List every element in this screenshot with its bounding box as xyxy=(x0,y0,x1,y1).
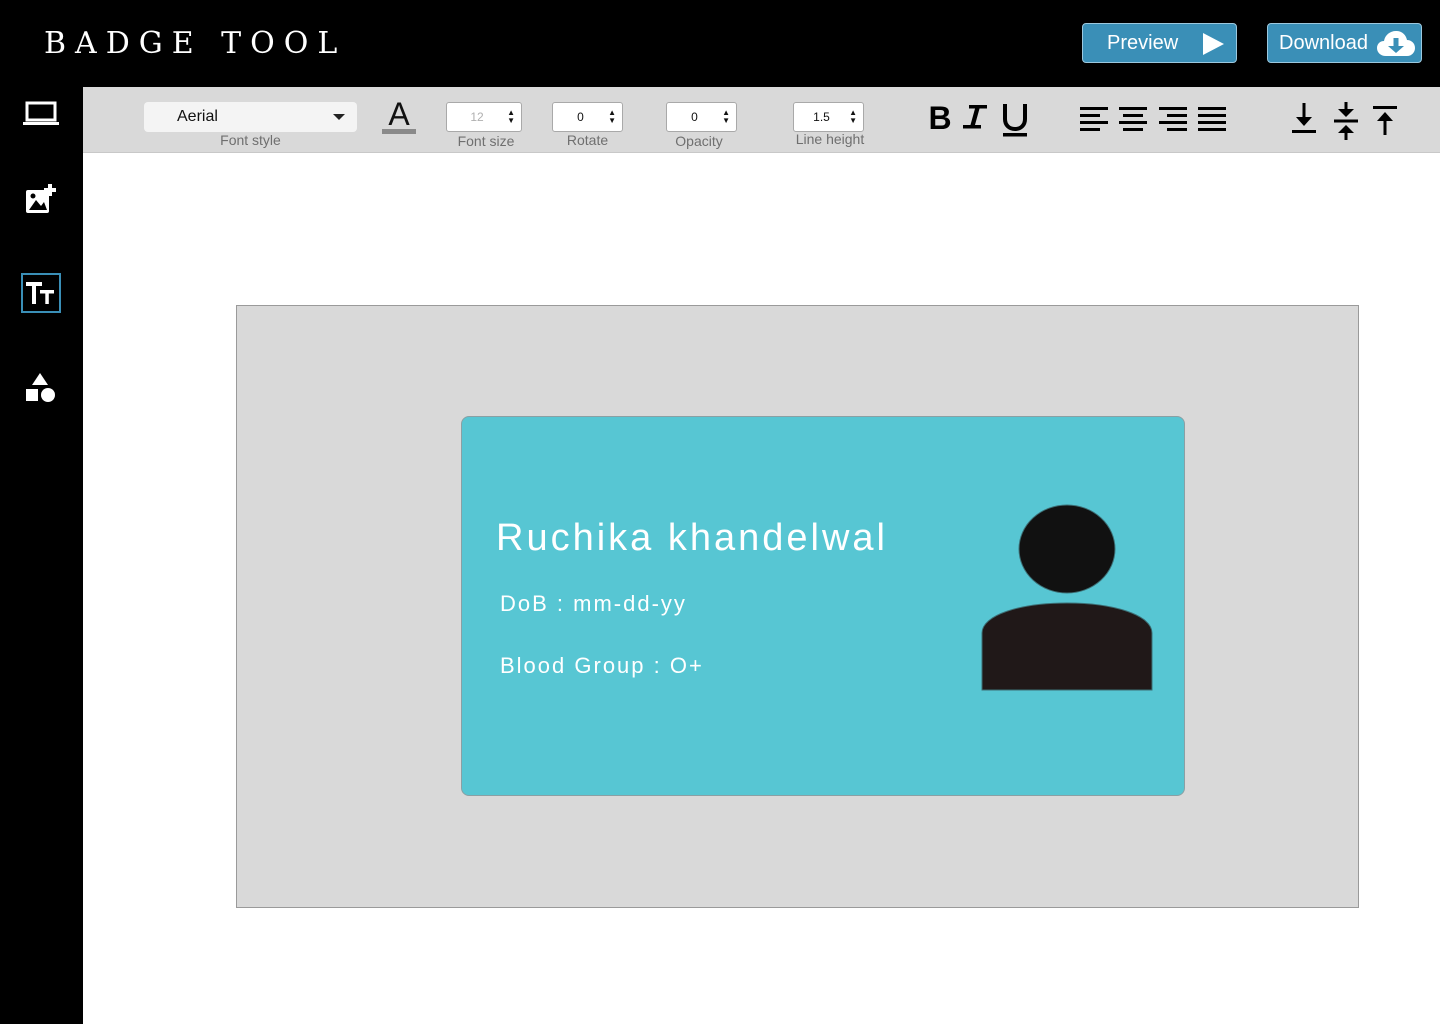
sidebar-item-text[interactable] xyxy=(21,273,61,313)
opacity-label: Opacity xyxy=(675,133,723,149)
badge-name-text[interactable]: Ruchika khandelwal xyxy=(496,517,888,560)
font-color-glyph: A xyxy=(388,99,410,132)
add-image-icon xyxy=(26,184,56,213)
font-style-value: Aerial xyxy=(177,108,218,125)
design-canvas[interactable]: Ruchika khandelwal DoB : mm-dd-yy Blood … xyxy=(236,305,1359,908)
underline-button[interactable] xyxy=(999,101,1031,139)
valign-middle-icon xyxy=(1334,102,1358,140)
download-button[interactable]: Download xyxy=(1267,23,1422,63)
align-left-icon xyxy=(1080,107,1108,131)
valign-top-button[interactable] xyxy=(1371,101,1399,139)
align-right-button[interactable] xyxy=(1158,103,1188,135)
stepper-arrows-icon: ▲ ▼ xyxy=(608,108,616,125)
person-silhouette-icon[interactable] xyxy=(980,503,1155,693)
stepper-arrows-icon: ▲ ▼ xyxy=(849,108,857,125)
sidebar xyxy=(0,87,83,1024)
format-toolbar: Aerial Font style A 12 ▲ ▼ Font size 0 ▲ ▼… xyxy=(83,87,1440,153)
preview-button[interactable]: Preview xyxy=(1082,23,1237,63)
align-justify-icon xyxy=(1198,107,1226,131)
badge-dob-text[interactable]: DoB : mm-dd-yy xyxy=(500,591,687,617)
valign-bottom-icon xyxy=(1292,103,1316,133)
italic-icon xyxy=(963,105,987,129)
align-center-button[interactable] xyxy=(1118,103,1148,135)
line-height-label: Line height xyxy=(795,131,865,147)
font-color-picker[interactable]: A xyxy=(381,99,417,137)
stepper-arrows-icon: ▲ ▼ xyxy=(722,108,730,125)
align-justify-button[interactable] xyxy=(1197,103,1227,135)
sidebar-item-shapes[interactable] xyxy=(20,367,62,409)
bold-button[interactable]: B xyxy=(925,101,955,135)
valign-top-icon xyxy=(1373,106,1397,135)
play-icon xyxy=(1203,33,1224,55)
valign-bottom-button[interactable] xyxy=(1290,101,1318,137)
font-size-label: Font size xyxy=(457,133,515,149)
svg-text:B: B xyxy=(928,101,951,135)
badge-blood-group-text[interactable]: Blood Group : O+ xyxy=(500,653,704,679)
align-center-icon xyxy=(1119,107,1147,131)
chevron-down-icon xyxy=(333,114,345,120)
font-size-stepper[interactable]: 12 ▲ ▼ xyxy=(446,102,522,132)
font-style-select[interactable]: Aerial xyxy=(144,102,357,132)
align-left-button[interactable] xyxy=(1079,103,1109,135)
font-color-icon: A xyxy=(382,99,416,134)
valign-middle-button[interactable] xyxy=(1332,101,1360,141)
rotate-label: Rotate xyxy=(566,132,609,148)
preview-button-label: Preview xyxy=(1107,31,1179,54)
cloud-download-icon xyxy=(1377,31,1415,56)
sidebar-item-add-image[interactable] xyxy=(20,179,62,221)
app-logo: BADGE TOOL xyxy=(44,26,347,61)
laptop-icon xyxy=(23,101,59,125)
opacity-stepper[interactable]: 0 ▲ ▼ xyxy=(666,102,737,132)
line-height-stepper[interactable]: 1.5 ▲ ▼ xyxy=(793,102,864,132)
badge-card[interactable]: Ruchika khandelwal DoB : mm-dd-yy Blood … xyxy=(461,416,1185,796)
top-bar: BADGE TOOL Preview Download xyxy=(0,0,1440,87)
text-size-icon xyxy=(26,282,54,304)
underline-icon xyxy=(1003,104,1027,137)
bold-icon: B xyxy=(928,101,951,135)
download-button-label: Download xyxy=(1279,31,1368,54)
stepper-arrows-icon: ▲ ▼ xyxy=(507,108,515,125)
rotate-stepper[interactable]: 0 ▲ ▼ xyxy=(552,102,623,132)
italic-button[interactable] xyxy=(961,101,991,135)
align-right-icon xyxy=(1159,107,1187,131)
sidebar-item-background[interactable] xyxy=(20,93,62,135)
font-style-label: Font style xyxy=(220,132,281,148)
shapes-icon xyxy=(26,373,55,402)
